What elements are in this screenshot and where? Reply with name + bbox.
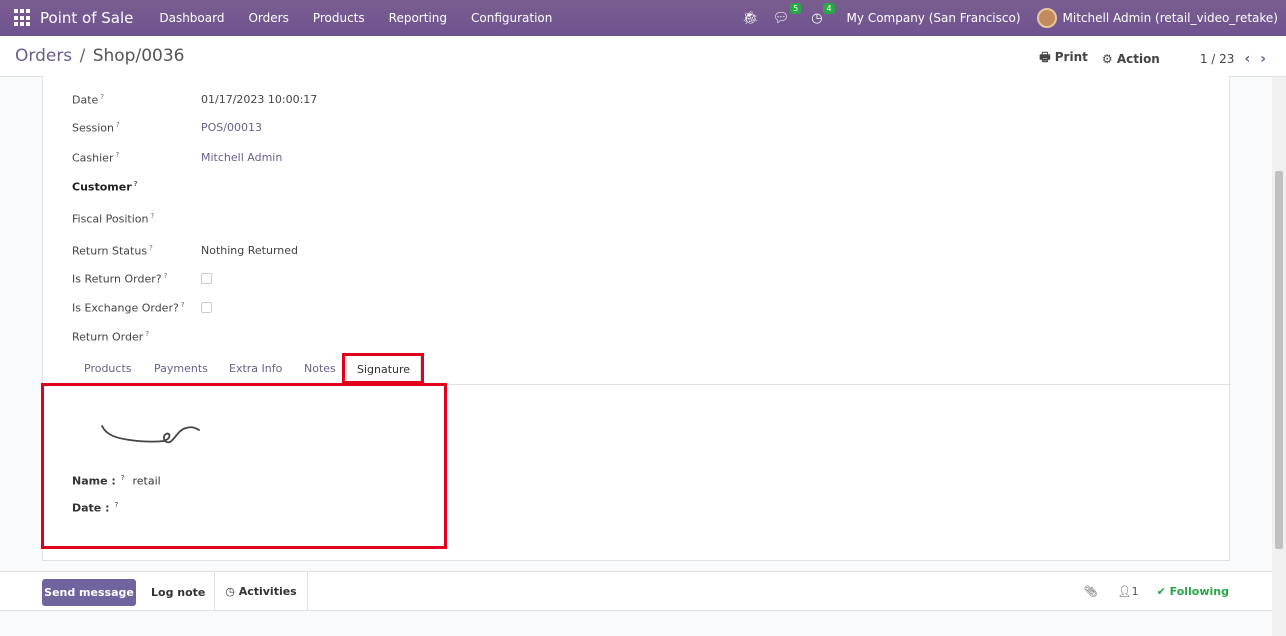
menu-configuration[interactable]: Configuration bbox=[459, 11, 564, 25]
tab-payments[interactable]: Payments bbox=[154, 362, 208, 375]
breadcrumb: Orders / Shop/0036 bbox=[15, 46, 184, 66]
help-icon[interactable]: ? bbox=[164, 272, 168, 280]
help-icon[interactable]: ? bbox=[181, 301, 185, 309]
session-label: Session bbox=[72, 121, 114, 135]
apps-menu-icon[interactable] bbox=[14, 9, 32, 27]
is-exchange-order-label: Is Exchange Order? bbox=[72, 301, 179, 315]
menu-products[interactable]: Products bbox=[301, 11, 377, 25]
fiscal-position-label: Fiscal Position bbox=[72, 212, 149, 226]
breadcrumb-current: Shop/0036 bbox=[92, 46, 185, 66]
print-button[interactable]: 🖶︎ Print bbox=[1039, 48, 1088, 69]
tab-products[interactable]: Products bbox=[84, 362, 132, 375]
clock-icon: ◷ bbox=[225, 585, 239, 598]
is-return-order-label: Is Return Order? bbox=[72, 272, 162, 286]
bug-icon[interactable]: 🐞︎ bbox=[742, 11, 759, 26]
cashier-label: Cashier bbox=[72, 151, 114, 165]
field-return-order: Return Order? bbox=[72, 330, 201, 344]
help-icon[interactable]: ? bbox=[115, 151, 119, 159]
check-icon: ✔ bbox=[1156, 585, 1170, 598]
is-exchange-order-checkbox[interactable] bbox=[201, 302, 212, 313]
attachment-icon[interactable]: 📎︎ bbox=[1084, 585, 1098, 598]
scrollbar-thumb[interactable] bbox=[1275, 171, 1283, 549]
return-status-label: Return Status bbox=[72, 244, 148, 258]
field-is-exchange-order: Is Exchange Order?? bbox=[72, 301, 212, 315]
activities-badge: 4 bbox=[823, 2, 835, 14]
app-brand[interactable]: Point of Sale bbox=[40, 9, 133, 27]
field-cashier: Cashier? Mitchell Admin bbox=[72, 151, 282, 165]
chatter-bar: Send message Log note ◷ Activities 📎︎ 👤︎… bbox=[0, 571, 1286, 611]
action-button[interactable]: ⚙︎ Action bbox=[1102, 52, 1160, 66]
tab-extra-info[interactable]: Extra Info bbox=[229, 362, 282, 375]
customer-label: Customer bbox=[72, 180, 132, 194]
is-return-order-checkbox[interactable] bbox=[201, 273, 212, 284]
send-message-button[interactable]: Send message bbox=[42, 579, 136, 606]
chevron-left-icon[interactable]: ‹ bbox=[1244, 51, 1250, 67]
followers-button[interactable]: 👤︎1 bbox=[1118, 585, 1139, 598]
help-icon[interactable]: ? bbox=[100, 93, 104, 101]
scrollbar[interactable] bbox=[1272, 77, 1286, 636]
return-order-label: Return Order bbox=[72, 330, 144, 344]
field-date: Date? 01/17/2023 10:00:17 bbox=[72, 93, 317, 107]
session-value[interactable]: POS/00013 bbox=[201, 121, 262, 135]
avatar[interactable] bbox=[1036, 8, 1057, 28]
menu-reporting[interactable]: Reporting bbox=[377, 11, 459, 25]
log-note-button[interactable]: Log note bbox=[151, 586, 205, 599]
field-session: Session? POS/00013 bbox=[72, 121, 262, 135]
return-status-value: Nothing Returned bbox=[201, 244, 299, 257]
breadcrumb-orders[interactable]: Orders bbox=[15, 46, 72, 66]
company-switcher[interactable]: My Company (San Francisco) bbox=[847, 11, 1021, 25]
help-icon[interactable]: ? bbox=[116, 121, 120, 129]
activities-button[interactable]: ◷ Activities bbox=[214, 572, 308, 611]
field-fiscal-position: Fiscal Position? bbox=[72, 212, 201, 226]
field-return-status: Return Status? Nothing Returned bbox=[72, 244, 298, 258]
print-icon: 🖶︎ bbox=[1039, 50, 1055, 64]
user-menu[interactable]: Mitchell Admin (retail_video_retake) bbox=[1063, 11, 1278, 25]
pager-value[interactable]: 1 / 23 bbox=[1200, 52, 1235, 66]
user-icon: 👤︎ bbox=[1117, 585, 1132, 598]
field-customer: Customer? bbox=[72, 180, 201, 194]
date-value[interactable]: 01/17/2023 10:00:17 bbox=[201, 93, 317, 107]
help-icon[interactable]: ? bbox=[149, 244, 153, 252]
menu-dashboard[interactable]: Dashboard bbox=[147, 11, 236, 25]
highlight-signature-tab bbox=[342, 353, 424, 384]
help-icon[interactable]: ? bbox=[150, 212, 154, 220]
help-icon[interactable]: ? bbox=[145, 330, 149, 338]
gear-icon: ⚙︎ bbox=[1101, 51, 1117, 66]
field-is-return-order: Is Return Order?? bbox=[72, 272, 212, 286]
chevron-right-icon[interactable]: › bbox=[1260, 51, 1266, 67]
messages-icon[interactable]: 💬︎ 5 bbox=[773, 2, 802, 26]
top-navbar: Point of Sale Dashboard Orders Products … bbox=[0, 0, 1286, 36]
notebook-tabs: Products Payments Extra Info Notes Signa… bbox=[43, 353, 1231, 385]
help-icon[interactable]: ? bbox=[134, 180, 138, 188]
menu-orders[interactable]: Orders bbox=[236, 11, 300, 25]
date-label: Date bbox=[72, 93, 99, 107]
control-panel: Orders / Shop/0036 🖶︎ Print ⚙︎ Action 1 … bbox=[0, 36, 1286, 77]
main-menu: Dashboard Orders Products Reporting Conf… bbox=[147, 11, 564, 25]
breadcrumb-separator: / bbox=[79, 46, 86, 66]
cashier-value[interactable]: Mitchell Admin bbox=[201, 151, 282, 165]
messages-badge: 5 bbox=[790, 2, 802, 14]
tab-notes[interactable]: Notes bbox=[304, 362, 336, 375]
following-button[interactable]: ✔ Following bbox=[1157, 585, 1229, 598]
highlight-signature-panel bbox=[41, 383, 447, 549]
clock-icon[interactable]: ◷ 4 bbox=[811, 2, 835, 26]
